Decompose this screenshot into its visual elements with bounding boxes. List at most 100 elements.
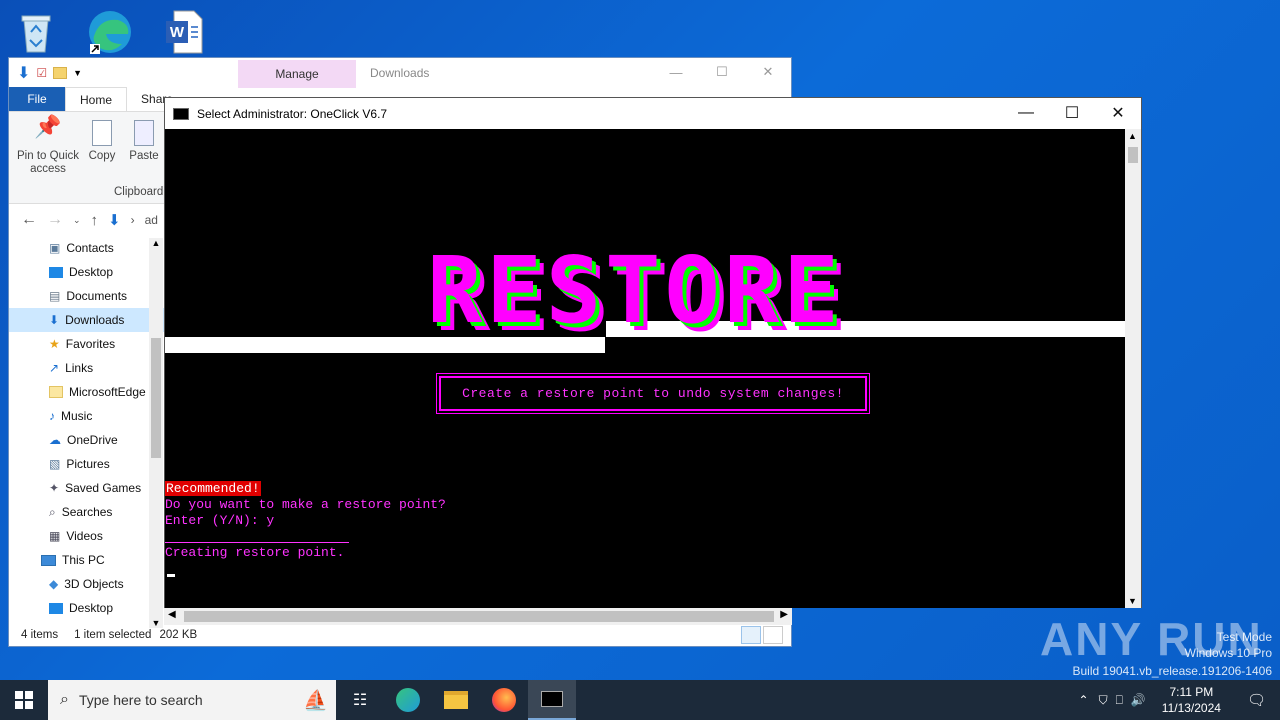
- question-line: Do you want to make a restore point?: [165, 497, 446, 512]
- nav-item-music[interactable]: ♪ Music: [9, 404, 164, 428]
- os-edition-text: Windows 10 Pro: [1184, 646, 1272, 660]
- restore-banner: RESTORE: [427, 237, 843, 344]
- pin-quick-access-button[interactable]: 📌 Pin to Quick access: [15, 114, 81, 176]
- scrollbar-thumb[interactable]: [151, 338, 161, 458]
- forward-arrow-icon[interactable]: →: [47, 211, 63, 229]
- nav-item-downloads[interactable]: ⬇ Downloads: [9, 308, 164, 332]
- minimize-button[interactable]: —: [653, 58, 699, 86]
- explorer-titlebar: ⬇ ☑ ▼ Manage Downloads — ☐ ✕: [9, 58, 791, 88]
- nav-item-favorites[interactable]: ★ Favorites: [9, 332, 164, 356]
- edge-shortcut-icon[interactable]: [84, 6, 136, 58]
- nav-item-contacts[interactable]: ▣ Contacts: [9, 236, 164, 260]
- search-icon: ⌕: [49, 504, 56, 519]
- scrollbar-thumb[interactable]: [184, 611, 774, 622]
- separator-line: [165, 542, 349, 543]
- manage-tab[interactable]: Manage: [238, 60, 356, 88]
- nav-item-pictures[interactable]: ▧ Pictures: [9, 452, 164, 476]
- navigation-pane: ▣ Contacts Desktop ▤ Documents ⬇ Downloads …: [9, 236, 164, 626]
- taskbar-console[interactable]: [528, 680, 576, 720]
- taskbar-edge[interactable]: [384, 680, 432, 720]
- nav-item-documents[interactable]: ▤ Documents: [9, 284, 164, 308]
- up-arrow-icon[interactable]: ↑: [91, 212, 99, 229]
- qat-dropdown-icon[interactable]: ▼: [73, 68, 82, 78]
- scrollbar-thumb[interactable]: [1128, 147, 1138, 163]
- star-icon: ★: [49, 337, 60, 351]
- console-output[interactable]: RESTORE Create a restore point to undo s…: [165, 129, 1126, 608]
- security-icon[interactable]: ⛉: [1095, 693, 1112, 708]
- desktop-icon: [49, 266, 63, 278]
- network-icon[interactable]: ⎕: [1112, 693, 1127, 708]
- scroll-right-icon[interactable]: ▶: [780, 609, 788, 620]
- nav-item-onedrive[interactable]: ☁ OneDrive: [9, 428, 164, 452]
- nav-item-links[interactable]: ↗ Links: [9, 356, 164, 380]
- task-view-button[interactable]: ☷: [336, 680, 384, 720]
- nav-item-desktop[interactable]: Desktop: [9, 260, 164, 284]
- copy-button[interactable]: Copy: [87, 120, 117, 163]
- down-arrow-icon[interactable]: ⬇: [17, 63, 30, 83]
- pin-icon: 📌: [34, 114, 62, 139]
- music-icon: ♪: [49, 409, 55, 423]
- tab-file[interactable]: File: [9, 87, 65, 111]
- taskbar-firefox[interactable]: [480, 680, 528, 720]
- video-icon: ▦: [49, 529, 61, 543]
- paste-button[interactable]: Paste: [129, 120, 159, 163]
- scroll-up-icon[interactable]: ▲: [149, 238, 163, 248]
- nav-item-microsoftedge[interactable]: MicrosoftEdge: [9, 380, 164, 404]
- selection-count: 1 item selected: [74, 629, 152, 641]
- console-vertical-scrollbar[interactable]: ▲ ▼: [1125, 129, 1141, 608]
- close-button[interactable]: ✕: [745, 58, 791, 86]
- maximize-button[interactable]: ☐: [699, 58, 745, 86]
- large-icons-view-button[interactable]: [763, 626, 783, 644]
- desktop-icon: [49, 602, 63, 614]
- search-placeholder: Type here to search: [78, 692, 203, 708]
- new-folder-icon[interactable]: [53, 67, 68, 79]
- console-maximize-button[interactable]: ☐: [1049, 98, 1095, 128]
- nav-item-videos[interactable]: ▦ Videos: [9, 524, 164, 548]
- clock-time: 7:11 PM: [1169, 685, 1214, 699]
- back-arrow-icon[interactable]: ←: [21, 211, 37, 229]
- task-view-icon: ☷: [352, 692, 368, 709]
- clock[interactable]: 7:11 PM 11/13/2024: [1150, 684, 1233, 716]
- nav-item-desktop-pc[interactable]: Desktop: [9, 596, 164, 620]
- scroll-up-icon[interactable]: ▲: [1128, 131, 1137, 141]
- taskbar-search-box[interactable]: ⌕ Type here to search ⛵: [48, 680, 336, 720]
- tab-home[interactable]: Home: [65, 87, 128, 111]
- nav-scrollbar[interactable]: ▲ ▼: [149, 238, 163, 628]
- nav-item-this-pc[interactable]: This PC: [9, 548, 164, 572]
- creating-line: Creating restore point.: [165, 545, 345, 560]
- contacts-icon: ▣: [49, 241, 61, 255]
- clock-date: 11/13/2024: [1161, 701, 1221, 715]
- word-document-icon[interactable]: W: [158, 6, 210, 58]
- address-text[interactable]: ad: [145, 213, 158, 227]
- properties-icon[interactable]: ☑: [36, 66, 47, 80]
- console-window[interactable]: Select Administrator: OneClick V6.7 — ☐ …: [164, 97, 1142, 608]
- details-view-button[interactable]: [741, 626, 761, 644]
- folder-icon: [444, 691, 468, 709]
- recycle-bin-icon[interactable]: [10, 6, 62, 58]
- recent-dropdown-icon[interactable]: ⌄: [73, 215, 81, 226]
- volume-icon[interactable]: 🔊: [1127, 693, 1150, 707]
- copy-icon: [92, 120, 112, 146]
- explorer-horizontal-scrollbar[interactable]: ◀ ▶: [164, 608, 792, 625]
- scroll-left-icon[interactable]: ◀: [168, 609, 176, 620]
- downloads-icon: ⬇: [49, 313, 60, 327]
- text-cursor: [167, 574, 175, 577]
- nav-item-saved-games[interactable]: ✦ Saved Games: [9, 476, 164, 500]
- console-minimize-button[interactable]: —: [1003, 98, 1049, 128]
- svg-text:W: W: [170, 24, 185, 41]
- tray-chevron-icon[interactable]: ⌃: [1073, 693, 1095, 707]
- notification-icon[interactable]: 🗨: [1233, 691, 1280, 709]
- selection-size: 202 KB: [159, 629, 198, 641]
- system-tray: ⌃ ⛉ ⎕ 🔊 7:11 PM 11/13/2024 🗨: [1073, 680, 1280, 720]
- start-button[interactable]: [0, 680, 48, 720]
- cloud-icon: ☁: [49, 433, 61, 447]
- info-box: Create a restore point to undo system ch…: [436, 373, 870, 414]
- nav-item-searches[interactable]: ⌕ Searches: [9, 500, 164, 524]
- console-app-icon: [173, 107, 189, 120]
- taskbar-file-explorer[interactable]: [432, 680, 480, 720]
- recommended-label: Recommended!: [165, 481, 261, 496]
- prompt-line: Enter (Y/N): y: [165, 513, 275, 528]
- scroll-down-icon[interactable]: ▼: [1128, 596, 1137, 606]
- nav-item-3d-objects[interactable]: ◆ 3D Objects: [9, 572, 164, 596]
- console-close-button[interactable]: ✕: [1095, 98, 1141, 128]
